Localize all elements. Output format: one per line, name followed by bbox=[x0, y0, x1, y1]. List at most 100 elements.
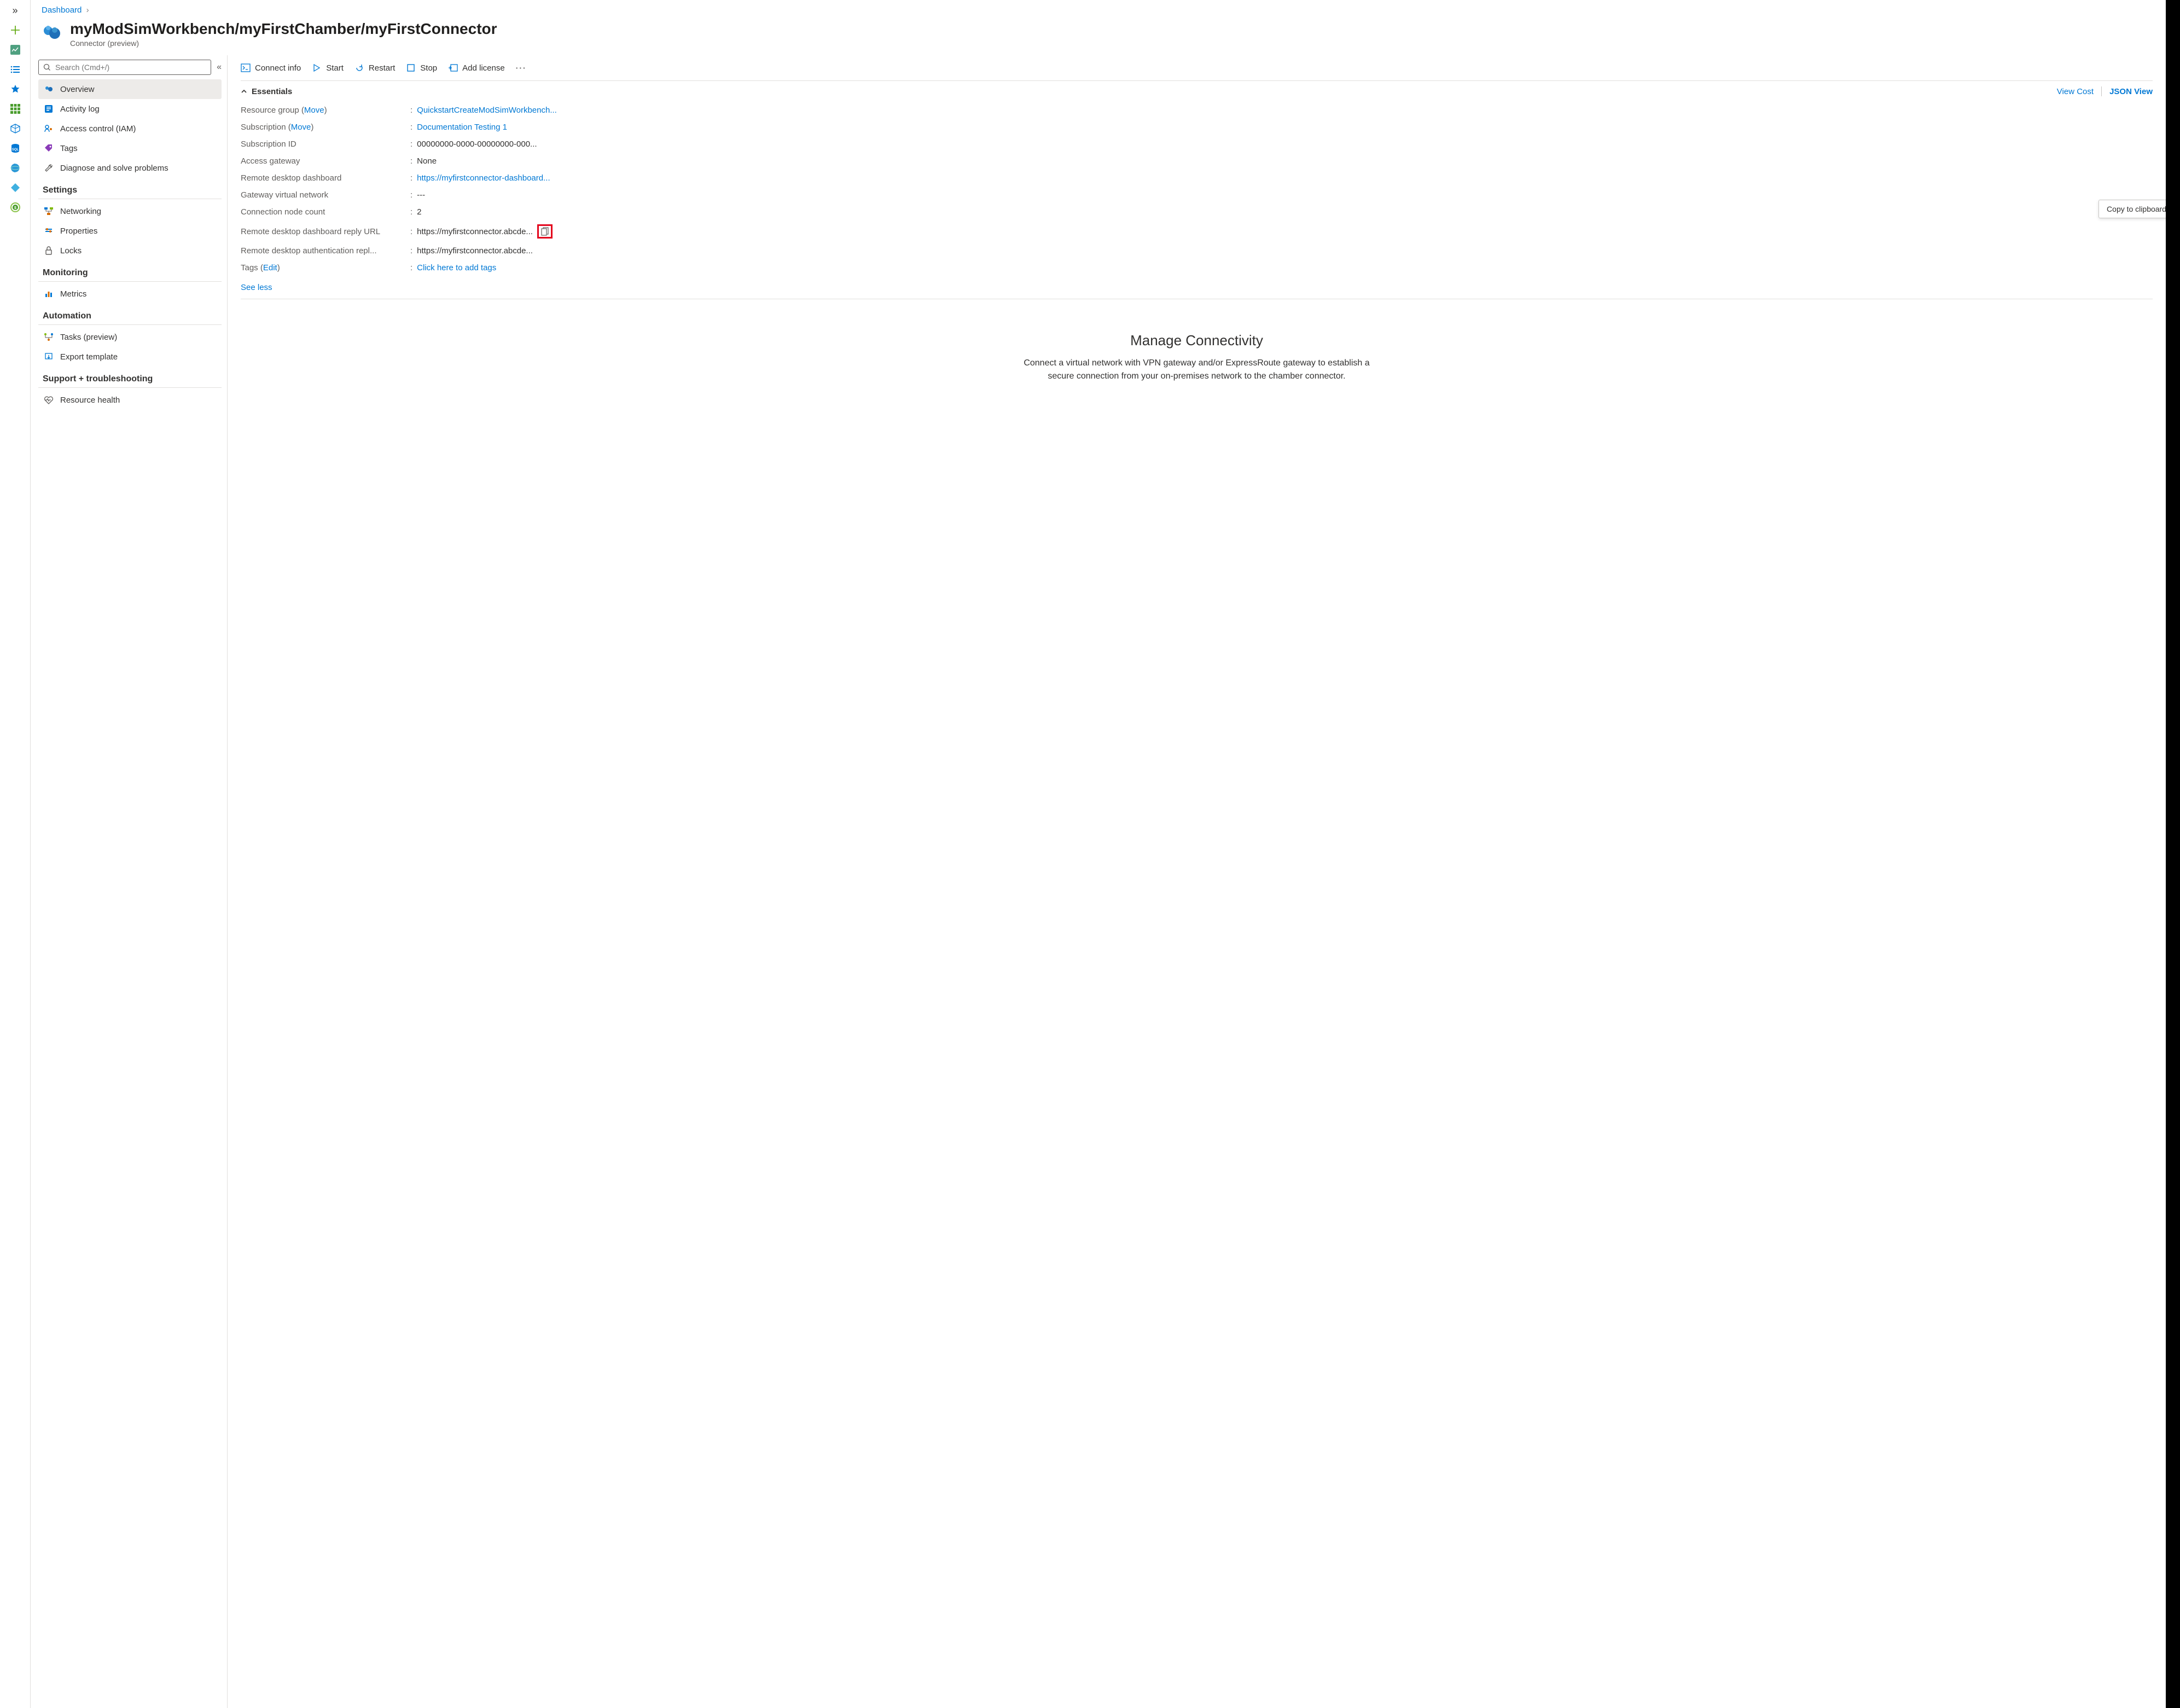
content-pane: Connect info Start Restart Stop Add lice… bbox=[228, 55, 2166, 1708]
essentials-toggle[interactable]: Essentials bbox=[241, 87, 292, 96]
nav-locks[interactable]: Locks bbox=[38, 241, 222, 260]
copy-icon bbox=[541, 227, 549, 236]
move-link[interactable]: Move bbox=[291, 123, 311, 132]
nav-header-monitoring: Monitoring bbox=[38, 260, 222, 282]
breadcrumb[interactable]: Dashboard › bbox=[31, 0, 2166, 17]
grid-icon[interactable] bbox=[9, 103, 21, 115]
move-link[interactable]: Move bbox=[304, 106, 324, 115]
stop-icon bbox=[406, 63, 416, 73]
add-license-icon bbox=[448, 63, 458, 73]
nav-activity-log[interactable]: Activity log bbox=[38, 99, 222, 119]
tasks-icon bbox=[44, 332, 54, 342]
edit-link[interactable]: Edit bbox=[263, 263, 277, 272]
tag-icon bbox=[44, 143, 54, 153]
nav-label: Overview bbox=[60, 85, 95, 94]
nav-networking[interactable]: Networking bbox=[38, 201, 222, 221]
prop-label: Remote desktop dashboard bbox=[241, 173, 410, 183]
see-less-link[interactable]: See less bbox=[241, 278, 2153, 299]
nav-search[interactable] bbox=[38, 60, 211, 75]
prop-value: 2 bbox=[417, 207, 421, 217]
wrench-icon bbox=[44, 163, 54, 173]
prop-value: 00000000-0000-00000000-000... bbox=[417, 140, 537, 149]
nav-properties[interactable]: Properties bbox=[38, 221, 222, 241]
essentials-properties: Resource group (Move):QuickstartCreateMo… bbox=[241, 102, 2153, 276]
chevron-up-icon bbox=[241, 88, 247, 95]
prop-value: --- bbox=[417, 190, 425, 200]
cube-outline-icon[interactable] bbox=[9, 123, 21, 135]
prop-value[interactable]: https://myfirstconnector-dashboard... bbox=[417, 173, 550, 183]
page-subtitle: Connector (preview) bbox=[70, 39, 497, 48]
nav-header-support: Support + troubleshooting bbox=[38, 367, 222, 388]
nav-tags[interactable]: Tags bbox=[38, 138, 222, 158]
list-icon[interactable] bbox=[9, 63, 21, 75]
plus-icon[interactable] bbox=[9, 24, 21, 36]
globe-icon[interactable] bbox=[9, 162, 21, 174]
start-button[interactable]: Start bbox=[312, 63, 344, 73]
stop-button[interactable]: Stop bbox=[406, 63, 437, 73]
collapse-nav-icon[interactable]: « bbox=[217, 62, 222, 72]
chevron-right-icon: › bbox=[86, 5, 89, 15]
view-cost-link[interactable]: View Cost bbox=[2057, 87, 2094, 96]
nav-overview[interactable]: Overview bbox=[38, 79, 222, 99]
diamond-icon[interactable] bbox=[9, 182, 21, 194]
prop-label: Tags (Edit) bbox=[241, 263, 410, 272]
people-icon bbox=[44, 84, 54, 94]
svg-text:$: $ bbox=[14, 206, 16, 210]
restart-button[interactable]: Restart bbox=[354, 63, 395, 73]
search-input[interactable] bbox=[55, 63, 206, 72]
prop-value: https://myfirstconnector.abcde... bbox=[417, 246, 533, 255]
prop-value: https://myfirstconnector.abcde... bbox=[417, 227, 533, 236]
nav-export-template[interactable]: Export template bbox=[38, 347, 222, 367]
nav-access-control[interactable]: Access control (IAM) bbox=[38, 119, 222, 138]
iam-icon bbox=[44, 124, 54, 133]
connect-info-button[interactable]: Connect info bbox=[241, 63, 301, 73]
lock-icon bbox=[44, 246, 54, 255]
nav-resource-health[interactable]: Resource health bbox=[38, 390, 222, 410]
prop-value: None bbox=[417, 156, 437, 166]
expand-icon[interactable]: » bbox=[9, 4, 21, 16]
nav-header-automation: Automation bbox=[38, 304, 222, 325]
more-button[interactable]: ··· bbox=[516, 63, 527, 72]
prop-label: Subscription (Move) bbox=[241, 123, 410, 132]
add-tags-link[interactable]: Click here to add tags bbox=[417, 263, 496, 272]
prop-label: Remote desktop dashboard reply URL bbox=[241, 227, 410, 236]
nav-label: Metrics bbox=[60, 289, 86, 299]
nav-header-settings: Settings bbox=[38, 178, 222, 199]
connector-icon bbox=[42, 22, 62, 43]
nav-diagnose[interactable]: Diagnose and solve problems bbox=[38, 158, 222, 178]
prop-label: Resource group (Move) bbox=[241, 106, 410, 115]
nav-label: Activity log bbox=[60, 104, 100, 114]
nav-label: Locks bbox=[60, 246, 82, 255]
nav-label: Properties bbox=[60, 226, 97, 236]
nav-tasks[interactable]: Tasks (preview) bbox=[38, 327, 222, 347]
prop-value[interactable]: QuickstartCreateModSimWorkbench... bbox=[417, 106, 557, 115]
sql-icon[interactable]: SQL bbox=[9, 142, 21, 154]
command-bar: Connect info Start Restart Stop Add lice… bbox=[241, 61, 2153, 80]
nav-metrics[interactable]: Metrics bbox=[38, 284, 222, 304]
add-license-button[interactable]: Add license bbox=[448, 63, 505, 73]
nav-label: Networking bbox=[60, 207, 101, 216]
copy-button[interactable] bbox=[537, 224, 553, 239]
chart-icon[interactable] bbox=[9, 44, 21, 56]
prop-label: Connection node count bbox=[241, 207, 410, 217]
breadcrumb-root[interactable]: Dashboard bbox=[42, 5, 82, 15]
page-header: myModSimWorkbench/myFirstChamber/myFirst… bbox=[31, 17, 2166, 55]
right-edge bbox=[2166, 0, 2180, 1708]
page-title: myModSimWorkbench/myFirstChamber/myFirst… bbox=[70, 20, 497, 38]
networking-icon bbox=[44, 206, 54, 216]
nav-label: Tags bbox=[60, 144, 78, 153]
nav-label: Access control (IAM) bbox=[60, 124, 136, 133]
global-iconbar: » SQL $ bbox=[0, 0, 31, 1708]
prop-value[interactable]: Documentation Testing 1 bbox=[417, 123, 507, 132]
main-area: Dashboard › myModSimWorkbench/myFirstCha… bbox=[31, 0, 2166, 1708]
restart-icon bbox=[354, 63, 364, 73]
json-view-link[interactable]: JSON View bbox=[2109, 87, 2153, 96]
svg-text:SQL: SQL bbox=[11, 148, 19, 152]
metrics-icon bbox=[44, 289, 54, 299]
resource-nav: « Overview Activity log Access control (… bbox=[31, 55, 228, 1708]
essentials-header: Essentials View Cost JSON View bbox=[241, 80, 2153, 96]
cost-icon[interactable]: $ bbox=[9, 201, 21, 213]
nav-label: Export template bbox=[60, 352, 118, 362]
prop-label: Remote desktop authentication repl... bbox=[241, 246, 410, 255]
star-icon[interactable] bbox=[9, 83, 21, 95]
